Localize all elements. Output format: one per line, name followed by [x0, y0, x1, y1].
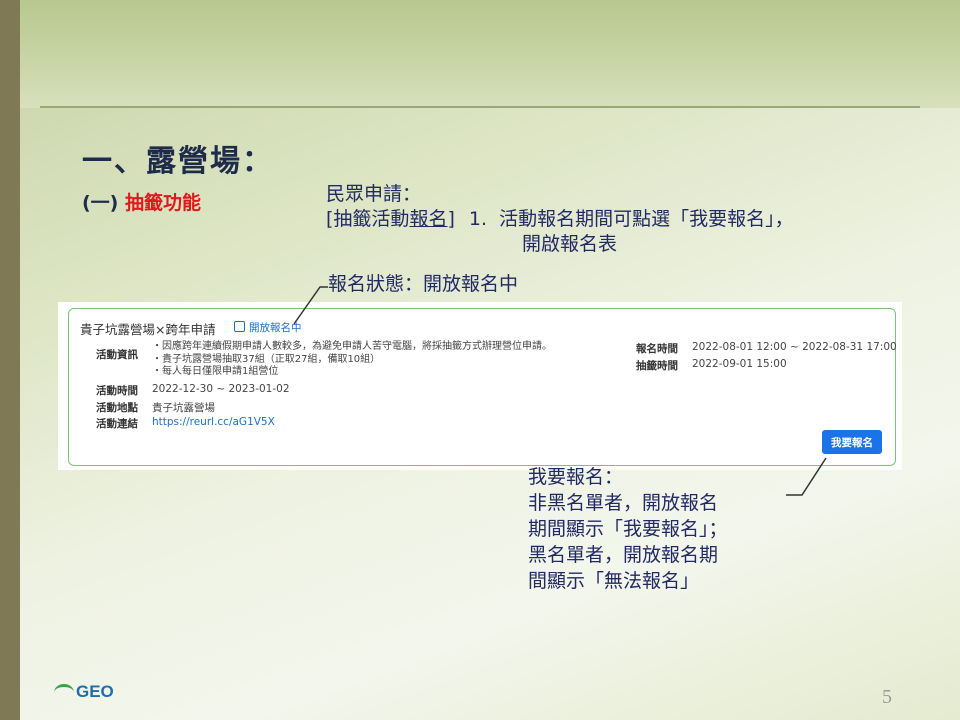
geo-logo: GEO [54, 682, 114, 702]
logo-text: GEO [76, 682, 114, 701]
page-number: 5 [882, 686, 892, 708]
callout-lines [293, 286, 827, 496]
slide-background: 一、露營場： (一) 抽籤功能 民眾申請： [抽籤活動報名] 1. 活動報名期間… [0, 0, 960, 720]
logo-arc-icon [54, 684, 74, 701]
status-callout-line [293, 286, 328, 325]
signup-callout-line [786, 457, 827, 496]
